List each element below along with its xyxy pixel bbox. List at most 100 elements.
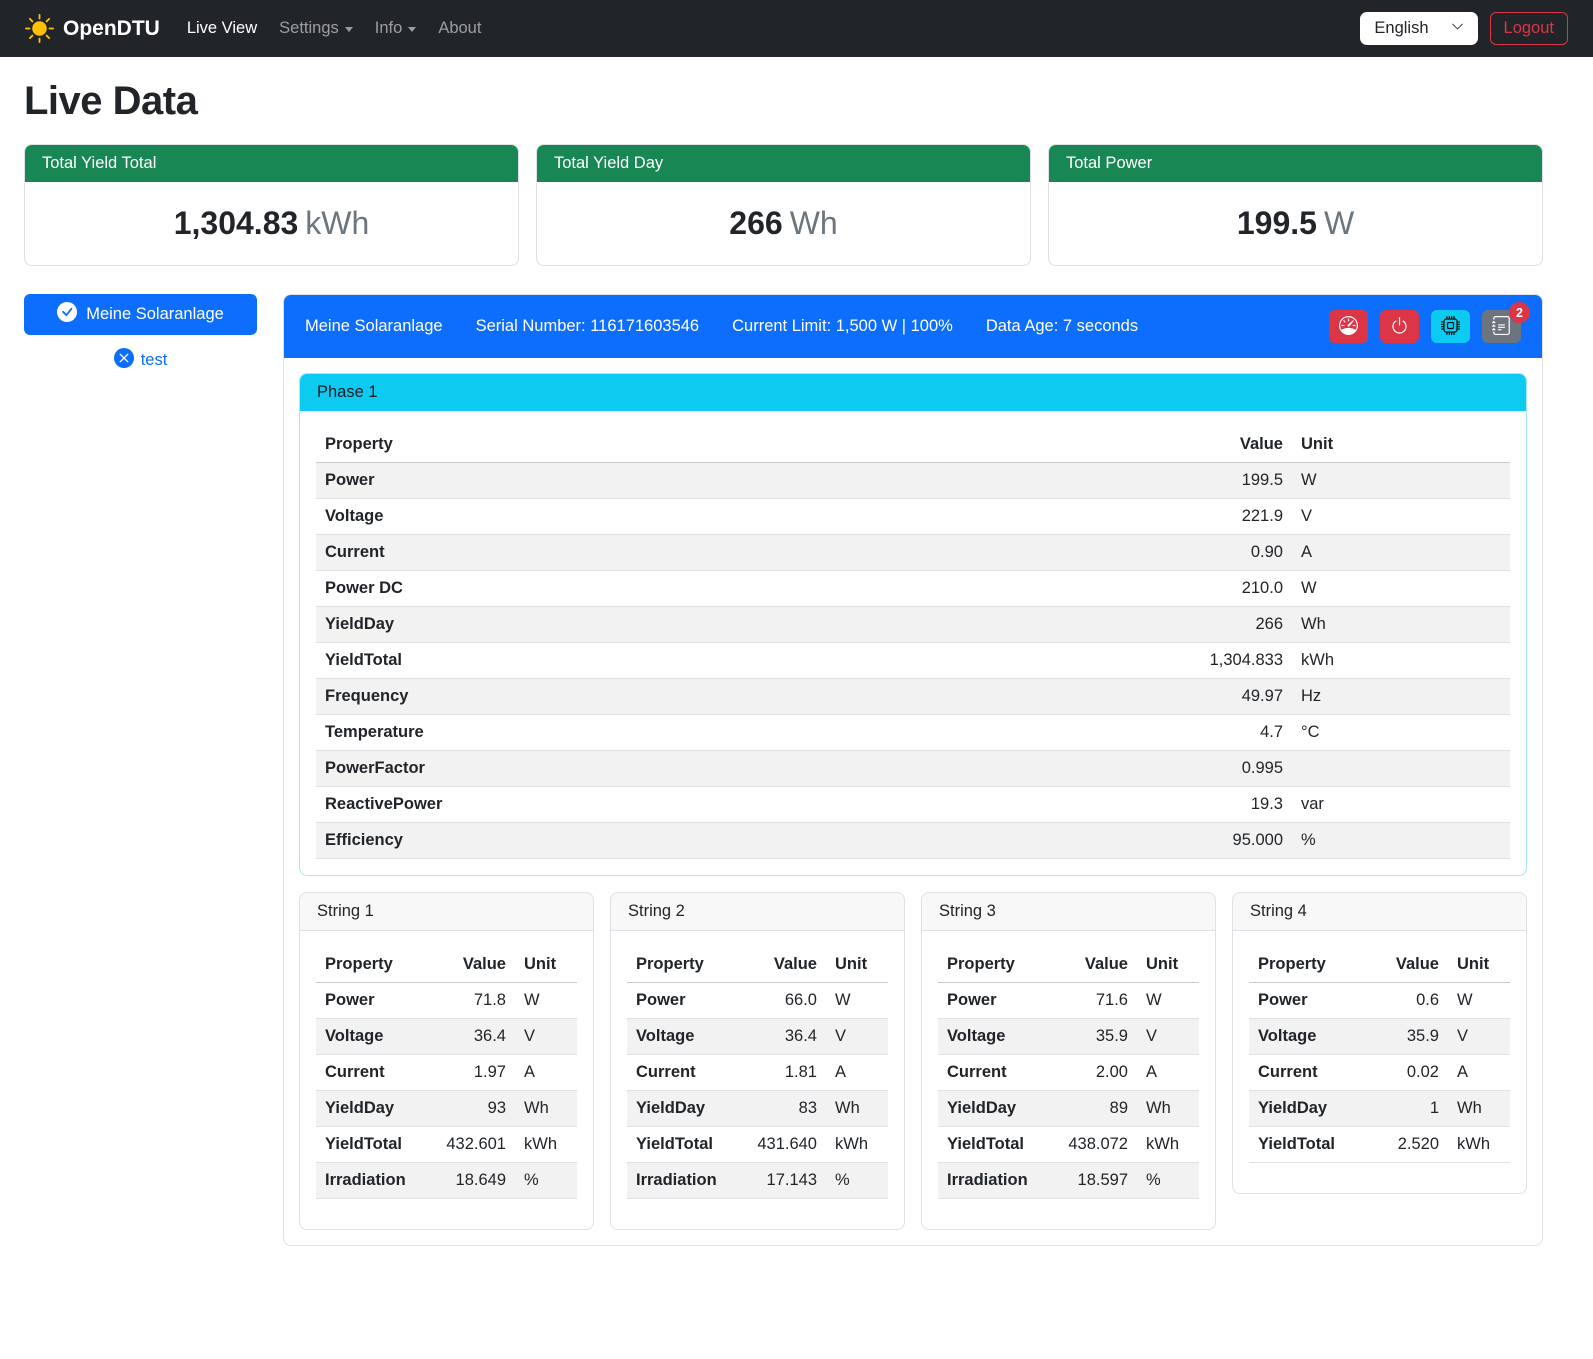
- column-header-value: Value: [899, 427, 1292, 463]
- value-cell: 266: [899, 607, 1292, 643]
- table-row: Current0.90A: [316, 535, 1510, 571]
- unit-cell: W: [1292, 571, 1510, 607]
- table-row: Voltage221.9V: [316, 499, 1510, 535]
- inverter-item-label: test: [141, 351, 168, 370]
- string-panel-title: String 1: [300, 893, 593, 931]
- unit-cell: A: [826, 1055, 888, 1091]
- property-cell: Current: [316, 535, 899, 571]
- value-cell: 1,304.833: [899, 643, 1292, 679]
- table-header-row: Property Value Unit: [938, 947, 1199, 983]
- nav-item-settings[interactable]: Settings: [270, 11, 362, 46]
- property-cell: YieldDay: [938, 1091, 1049, 1127]
- nav-item-about[interactable]: About: [429, 11, 490, 46]
- value-cell: 35.9: [1049, 1019, 1137, 1055]
- chevron-down-icon: [345, 27, 353, 32]
- value-cell: 0.995: [899, 751, 1292, 787]
- table-header-row: Property Value Unit: [316, 427, 1510, 463]
- brand[interactable]: OpenDTU: [25, 14, 160, 43]
- card-value: 266: [729, 205, 782, 241]
- property-cell: Voltage: [627, 1019, 738, 1055]
- value-cell: 18.597: [1049, 1163, 1137, 1199]
- table-row: Current1.97A: [316, 1055, 577, 1091]
- property-cell: Power: [938, 983, 1049, 1019]
- total-power-card: Total Power 199.5W: [1048, 144, 1543, 266]
- strings-grid: String 1 Property Value Unit: [299, 892, 1527, 1230]
- value-cell: 0.90: [899, 535, 1292, 571]
- property-cell: ReactivePower: [316, 787, 899, 823]
- string-3-panel: String 3 Property Value Unit: [921, 892, 1216, 1230]
- unit-cell: A: [1292, 535, 1510, 571]
- table-row: YieldTotal431.640kWh: [627, 1127, 888, 1163]
- value-cell: 1.97: [427, 1055, 515, 1091]
- value-cell: 36.4: [427, 1019, 515, 1055]
- nav-item-live-view[interactable]: Live View: [178, 11, 266, 46]
- value-cell: 1.81: [738, 1055, 826, 1091]
- table-header-row: Property Value Unit: [627, 947, 888, 983]
- unit-cell: Hz: [1292, 679, 1510, 715]
- table-row: Efficiency95.000%: [316, 823, 1510, 859]
- inverter-data-age: Data Age: 7 seconds: [986, 317, 1138, 336]
- value-cell: 17.143: [738, 1163, 826, 1199]
- value-cell: 71.8: [427, 983, 515, 1019]
- string-panel-title: String 4: [1233, 893, 1526, 931]
- value-cell: 2.00: [1049, 1055, 1137, 1091]
- unit-cell: kWh: [1448, 1127, 1510, 1163]
- brand-label: OpenDTU: [63, 17, 160, 41]
- language-select[interactable]: English: [1360, 12, 1477, 45]
- inverter-select-button[interactable]: Meine Solaranlage: [24, 294, 257, 335]
- journal-text-icon: [1492, 316, 1511, 338]
- table-row: Power DC210.0W: [316, 571, 1510, 607]
- property-cell: YieldTotal: [627, 1127, 738, 1163]
- unit-cell: Wh: [1448, 1091, 1510, 1127]
- table-header-row: Property Value Unit: [316, 947, 577, 983]
- table-row: Irradiation18.597%: [938, 1163, 1199, 1199]
- table-row: YieldDay1Wh: [1249, 1091, 1510, 1127]
- unit-cell: W: [1292, 463, 1510, 499]
- table-row: YieldTotal432.601kWh: [316, 1127, 577, 1163]
- table-header-row: Property Value Unit: [1249, 947, 1510, 983]
- inverter-action-buttons: 2: [1329, 310, 1521, 343]
- table-row: YieldDay93Wh: [316, 1091, 577, 1127]
- table-row: YieldDay89Wh: [938, 1091, 1199, 1127]
- event-log-button[interactable]: 2: [1482, 310, 1521, 343]
- limit-settings-button[interactable]: [1329, 310, 1368, 343]
- x-circle-icon: [114, 348, 134, 373]
- inverter-select-label: Meine Solaranlage: [86, 305, 224, 324]
- value-cell: 89: [1049, 1091, 1137, 1127]
- value-cell: 35.9: [1370, 1019, 1448, 1055]
- value-cell: 221.9: [899, 499, 1292, 535]
- property-cell: Power: [627, 983, 738, 1019]
- card-value: 199.5: [1237, 205, 1317, 241]
- unit-cell: %: [826, 1163, 888, 1199]
- property-cell: Current: [1249, 1055, 1370, 1091]
- unit-cell: W: [1448, 983, 1510, 1019]
- nav-item-info[interactable]: Info: [366, 11, 426, 46]
- cpu-icon: [1441, 316, 1460, 338]
- column-header-property: Property: [316, 947, 427, 983]
- unit-cell: %: [515, 1163, 577, 1199]
- unit-cell: V: [1137, 1019, 1199, 1055]
- property-cell: Irradiation: [627, 1163, 738, 1199]
- table-row: Power71.8W: [316, 983, 577, 1019]
- property-cell: YieldDay: [627, 1091, 738, 1127]
- table-row: Frequency49.97Hz: [316, 679, 1510, 715]
- property-cell: Power: [316, 983, 427, 1019]
- value-cell: 18.649: [427, 1163, 515, 1199]
- column-header-property: Property: [938, 947, 1049, 983]
- unit-cell: kWh: [826, 1127, 888, 1163]
- property-cell: Voltage: [316, 1019, 427, 1055]
- card-title: Total Yield Total: [25, 145, 518, 182]
- table-row: YieldDay83Wh: [627, 1091, 888, 1127]
- property-cell: YieldTotal: [1249, 1127, 1370, 1163]
- string-3-table: Property Value Unit Power71.6WVoltage35.…: [938, 947, 1199, 1199]
- device-info-button[interactable]: [1431, 310, 1470, 343]
- unit-cell: var: [1292, 787, 1510, 823]
- unit-cell: V: [826, 1019, 888, 1055]
- property-cell: YieldTotal: [316, 1127, 427, 1163]
- value-cell: 95.000: [899, 823, 1292, 859]
- value-cell: 66.0: [738, 983, 826, 1019]
- inverter-item-test[interactable]: test: [24, 348, 257, 373]
- logout-button[interactable]: Logout: [1490, 12, 1568, 45]
- table-row: Voltage36.4V: [627, 1019, 888, 1055]
- power-button[interactable]: [1380, 310, 1419, 343]
